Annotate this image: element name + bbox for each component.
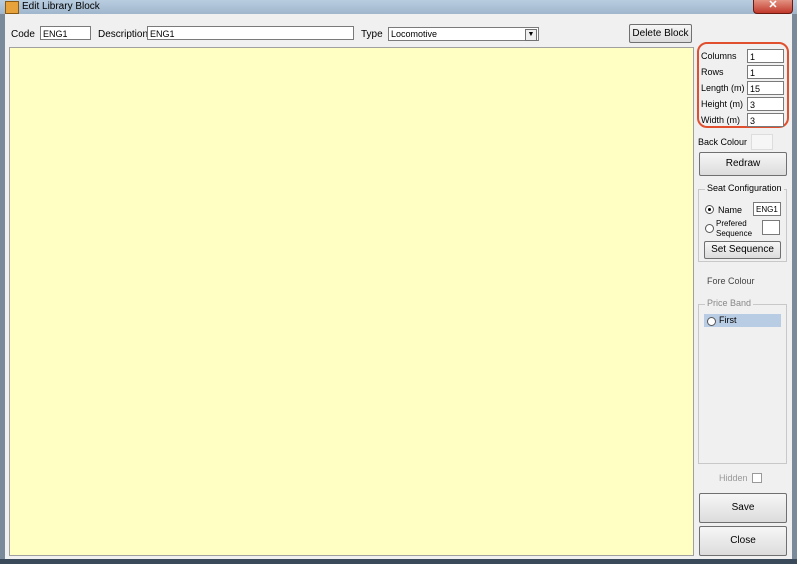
taskbar-strip xyxy=(0,559,797,564)
fore-colour-label: Fore Colour xyxy=(707,276,755,286)
preferred-label-1: Prefered xyxy=(716,219,747,228)
close-window-button[interactable]: ✕ xyxy=(753,0,793,14)
redraw-button[interactable]: Redraw xyxy=(699,152,787,176)
length-label: Length (m) xyxy=(701,83,745,93)
delete-block-button[interactable]: Delete Block xyxy=(629,24,692,43)
rows-label: Rows xyxy=(701,67,724,77)
height-input[interactable]: 3 xyxy=(747,97,784,111)
hidden-label: Hidden xyxy=(719,473,748,483)
seat-configuration-title: Seat Configuration xyxy=(705,183,784,193)
columns-label: Columns xyxy=(701,51,737,61)
price-band-title: Price Band xyxy=(705,298,754,308)
height-label: Height (m) xyxy=(701,99,744,109)
type-select-value: Locomotive xyxy=(391,29,438,39)
layout-canvas[interactable] xyxy=(9,47,694,556)
type-select[interactable]: Locomotive ▼ xyxy=(388,27,539,41)
code-input[interactable]: ENG1 xyxy=(40,26,91,40)
description-label: Description xyxy=(98,29,149,40)
price-band-label-first: First xyxy=(719,315,737,325)
back-colour-swatch[interactable] xyxy=(751,134,773,150)
price-band-group: Price Band xyxy=(698,298,787,464)
rows-input[interactable]: 1 xyxy=(747,65,784,79)
title-bar: Edit Library Block ✕ xyxy=(0,0,797,14)
name-label: Name xyxy=(718,205,743,215)
chevron-down-icon[interactable]: ▼ xyxy=(525,29,537,41)
width-label: Width (m) xyxy=(701,115,740,125)
price-band-item-first[interactable]: First xyxy=(704,314,781,327)
columns-input[interactable]: 1 xyxy=(747,49,784,63)
back-colour-label: Back Colour xyxy=(698,137,748,147)
preferred-label-2: Sequence xyxy=(716,229,753,238)
dialog-client: Code ENG1 Description ENG1 Type Locomoti… xyxy=(5,14,792,559)
seat-name-input[interactable]: ENG1 xyxy=(753,202,781,216)
hidden-checkbox[interactable] xyxy=(752,473,762,483)
preferred-sequence-input[interactable] xyxy=(762,220,780,235)
save-button[interactable]: Save xyxy=(699,493,787,523)
code-label: Code xyxy=(11,29,35,40)
close-button[interactable]: Close xyxy=(699,526,787,556)
description-input[interactable]: ENG1 xyxy=(147,26,354,40)
window-title: Edit Library Block xyxy=(22,1,100,12)
type-label: Type xyxy=(361,29,383,40)
preferred-sequence-radio[interactable] xyxy=(705,224,714,233)
app-icon xyxy=(5,1,19,14)
name-radio[interactable] xyxy=(705,205,714,214)
length-input[interactable]: 15 xyxy=(747,81,784,95)
price-band-radio-first[interactable] xyxy=(707,317,716,326)
width-input[interactable]: 3 xyxy=(747,113,784,127)
set-sequence-button[interactable]: Set Sequence xyxy=(704,241,781,259)
